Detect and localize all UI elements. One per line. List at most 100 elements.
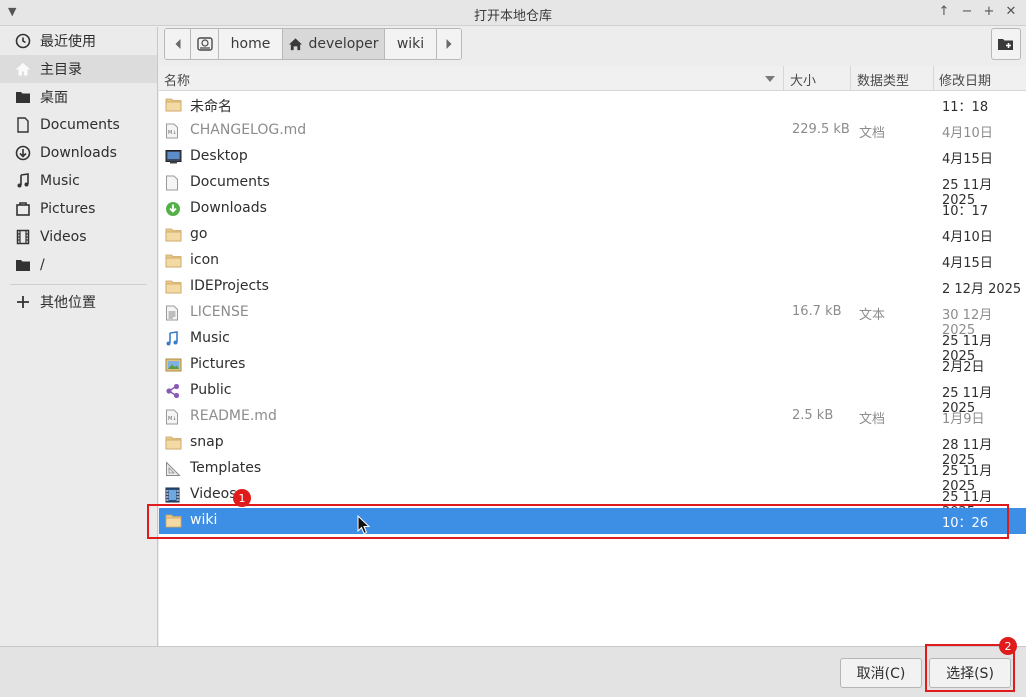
sidebar-item-root[interactable]: / xyxy=(0,251,157,279)
svg-text:M↓: M↓ xyxy=(168,130,177,136)
file-row-ideprojects[interactable]: IDEProjects 2 12月 2025 xyxy=(159,274,1026,300)
column-header-modified[interactable]: 修改日期 xyxy=(939,70,991,89)
file-row-snap[interactable]: snap 28 11月 2025 xyxy=(159,430,1026,468)
new-folder-button[interactable] xyxy=(991,28,1021,60)
mouse-pointer-icon xyxy=(357,514,371,539)
downloads-folder-icon xyxy=(165,201,182,217)
sidebar-item-pictures[interactable]: Pictures xyxy=(0,195,157,223)
file-row-icon[interactable]: icon 4月15日 xyxy=(159,248,1026,274)
file-row-license[interactable]: LICENSE 16.7 kB 文本 30 12月 2025 xyxy=(159,300,1026,338)
window-raise-button[interactable]: ↑ xyxy=(935,3,953,21)
sidebar-item-videos[interactable]: Videos xyxy=(0,223,157,251)
file-list-header: 名称 大小 数据类型 修改日期 xyxy=(159,66,1026,91)
window-title: 打开本地仓库 xyxy=(473,9,552,24)
annotation-badge-1: 1 xyxy=(233,489,251,507)
places-sidebar: 最近使用 主目录 桌面 Documents Downloads Music Pi… xyxy=(0,27,158,646)
sidebar-item-label: 其他位置 xyxy=(40,295,96,311)
sidebar-item-label: 最近使用 xyxy=(40,34,96,50)
templates-folder-icon xyxy=(165,461,182,477)
file-size: 229.5 kB xyxy=(792,122,850,137)
video-icon xyxy=(14,228,32,246)
share-folder-icon xyxy=(165,383,182,399)
file-modified: 2 12月 2025 xyxy=(942,282,1022,297)
sidebar-item-recent[interactable]: 最近使用 xyxy=(0,27,157,55)
file-name: go xyxy=(190,226,208,242)
file-modified: 4月15日 xyxy=(942,152,993,167)
music-icon xyxy=(14,172,32,190)
annotation-badge-2: 2 xyxy=(999,637,1017,655)
sidebar-item-label: Music xyxy=(40,173,80,189)
recent-icon xyxy=(14,32,32,50)
file-name: CHANGELOG.md xyxy=(190,122,307,138)
chevron-right-icon xyxy=(446,39,452,49)
sidebar-item-downloads[interactable]: Downloads xyxy=(0,139,157,167)
file-row-changelog-md[interactable]: M↓ CHANGELOG.md 229.5 kB 文档 4月10日 xyxy=(159,118,1026,144)
file-name: snap xyxy=(190,434,224,450)
sidebar-item-label: 桌面 xyxy=(40,90,68,106)
documents-folder-icon xyxy=(165,175,182,191)
path-segment-wiki[interactable]: wiki xyxy=(385,29,437,59)
sidebar-separator xyxy=(10,284,147,285)
sidebar-item-music[interactable]: Music xyxy=(0,167,157,195)
file-name: Public xyxy=(190,382,232,398)
file-modified: 4月10日 xyxy=(942,230,993,245)
sidebar-item-desktop[interactable]: 桌面 xyxy=(0,83,157,111)
home-icon xyxy=(14,60,32,78)
file-row-go[interactable]: go 4月10日 xyxy=(159,222,1026,248)
window-close-button[interactable]: ✕ xyxy=(1002,3,1020,21)
document-icon xyxy=(14,116,32,134)
path-back-button[interactable] xyxy=(165,29,191,59)
file-row-music[interactable]: Music 25 11月 2025 xyxy=(159,326,1026,364)
file-modified: 2月2日 xyxy=(942,360,985,375)
file-list: 名称 大小 数据类型 修改日期 未命名 11：18 M↓ CHANGELOG.md 22… xyxy=(159,66,1026,646)
path-segment-home[interactable]: home xyxy=(219,29,283,59)
path-segment-developer[interactable]: developer xyxy=(283,29,385,59)
videos-folder-icon xyxy=(165,487,182,503)
pictures-folder-icon xyxy=(165,357,182,373)
window-maximize-button[interactable]: + xyxy=(980,3,998,21)
cancel-button[interactable]: 取消(C) xyxy=(840,658,922,688)
new-folder-icon xyxy=(998,39,1013,50)
column-header-name[interactable]: 名称 xyxy=(164,70,190,89)
file-name: IDEProjects xyxy=(190,278,269,294)
file-row-public[interactable]: Public 25 11月 2025 xyxy=(159,378,1026,416)
column-separator xyxy=(933,66,934,91)
sidebar-item-home[interactable]: 主目录 xyxy=(0,55,157,83)
column-header-type[interactable]: 数据类型 xyxy=(857,70,909,89)
file-modified: 4月15日 xyxy=(942,256,993,271)
file-size: 16.7 kB xyxy=(792,304,842,319)
sidebar-item-other-locations[interactable]: 其他位置 xyxy=(0,288,157,316)
drive-icon xyxy=(196,37,213,51)
markdown-file-icon: M↓ xyxy=(165,409,182,425)
plus-icon xyxy=(14,293,32,311)
sidebar-item-label: Videos xyxy=(40,229,87,245)
file-row-documents[interactable]: Documents 25 11月 2025 xyxy=(159,170,1026,208)
sidebar-item-documents[interactable]: Documents xyxy=(0,111,157,139)
folder-icon xyxy=(14,256,32,274)
file-row-downloads[interactable]: Downloads 10：17 xyxy=(159,196,1026,222)
file-row-readme-md[interactable]: M↓ README.md 2.5 kB 文档 1月9日 xyxy=(159,404,1026,430)
path-drive-button[interactable] xyxy=(191,29,219,59)
folder-icon xyxy=(165,279,182,295)
folder-icon xyxy=(165,227,182,243)
file-modified: 10：17 xyxy=(942,204,989,219)
file-row-pictures[interactable]: Pictures 2月2日 xyxy=(159,352,1026,378)
file-name: Documents xyxy=(190,174,270,190)
window-minimize-button[interactable]: − xyxy=(958,3,976,21)
picture-icon xyxy=(14,200,32,218)
column-header-size[interactable]: 大小 xyxy=(790,70,816,89)
file-row-templates[interactable]: Templates 25 11月 2025 xyxy=(159,456,1026,494)
sidebar-item-label: Documents xyxy=(40,117,120,133)
file-modified: 1月9日 xyxy=(942,412,985,427)
file-row-untitled[interactable]: 未命名 11：18 xyxy=(159,92,1026,118)
sort-chevron-down-icon[interactable] xyxy=(764,72,776,87)
sidebar-item-label: Downloads xyxy=(40,145,117,161)
path-bar: home developer wiki xyxy=(164,28,462,60)
folder-icon xyxy=(165,435,182,451)
file-name: Music xyxy=(190,330,230,346)
path-forward-button[interactable] xyxy=(437,29,461,59)
file-name: 未命名 xyxy=(190,99,232,115)
desktop-folder-icon xyxy=(165,149,182,165)
title-bar: ▼ 打开本地仓库 ↑ − + ✕ xyxy=(0,0,1026,26)
file-row-desktop[interactable]: Desktop 4月15日 xyxy=(159,144,1026,170)
